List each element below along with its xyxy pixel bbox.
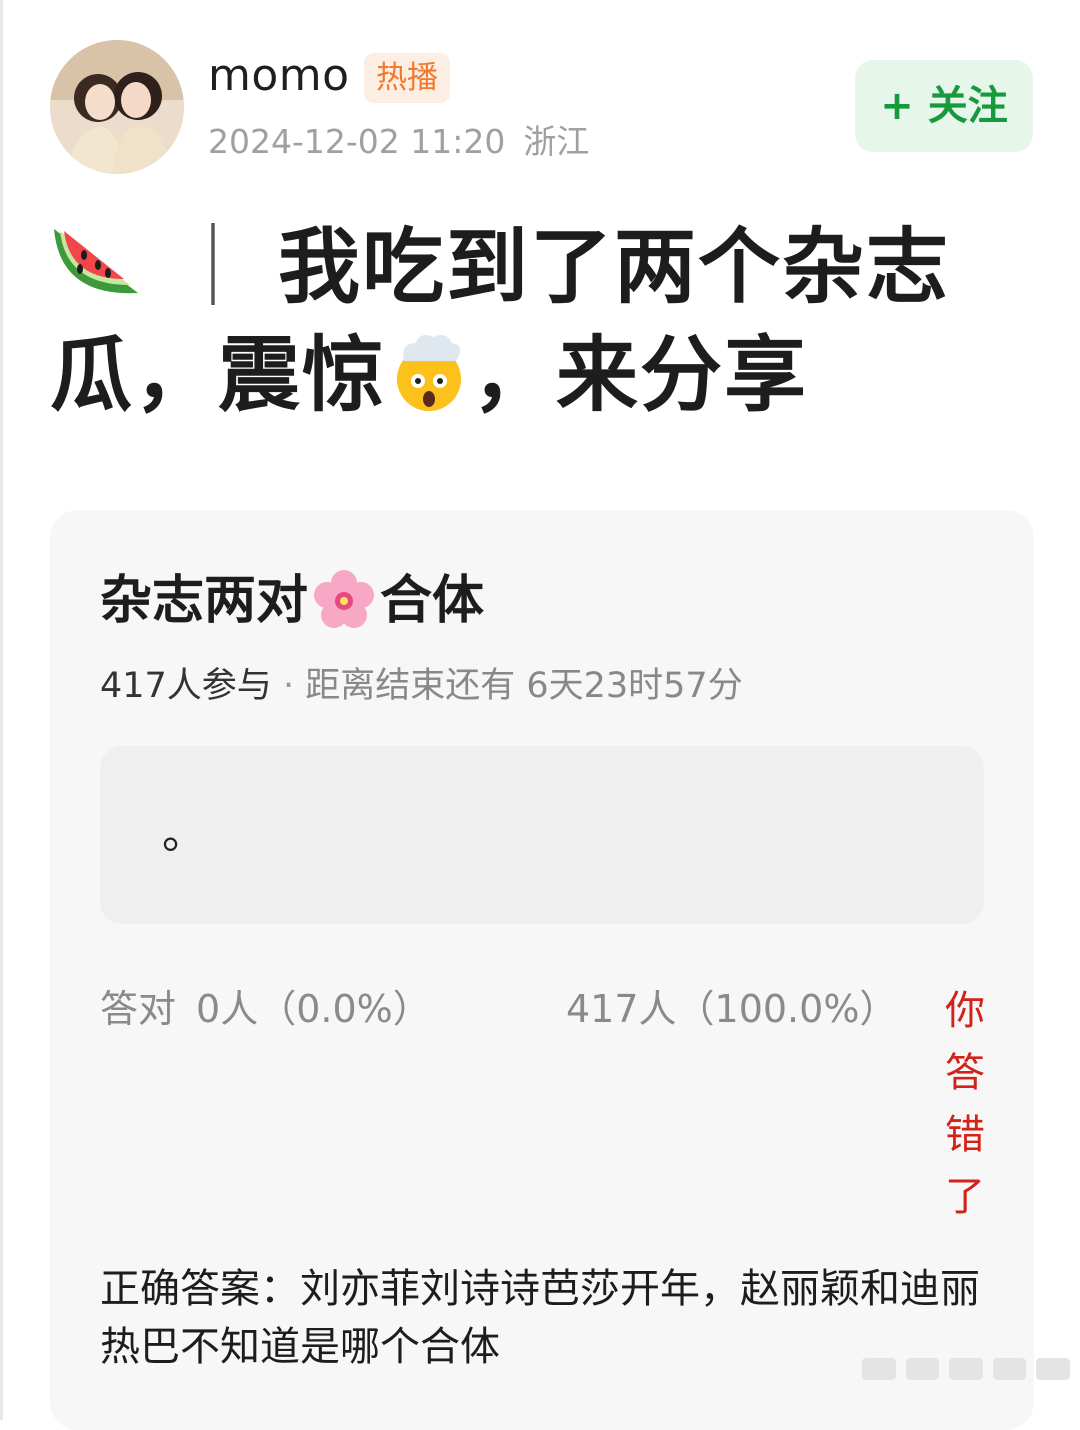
title-text-2: 瓜，震惊 [50,328,387,423]
title-text-3: ，来分享 [472,328,809,423]
quiz-card: 杂志两对 合体 417人参与 · 距离结束还有 6天23时57分 。 答对 0人（… [50,510,1034,1430]
strip-thumb [862,1358,896,1380]
strip-thumb [905,1358,940,1380]
quiz-title-text-1: 杂志两对 [100,571,309,631]
avatar-photo-icon [50,40,184,174]
countdown: 距离结束还有 6天23时57分 [305,666,743,706]
hot-badge: 热播 [364,53,450,103]
quiz-option[interactable]: 。 [100,746,984,924]
quiz-option-text: 。 [162,808,206,859]
post-location: 浙江 [523,122,590,161]
correct-label: 答对 [100,987,177,1031]
wrong-answer-tag: 你答错了 [945,988,985,1220]
watermelon-icon [54,229,138,294]
mind-blown-icon [397,335,462,411]
image-strip-handle[interactable] [862,1356,1070,1382]
post-timestamp: 2024-12-02 11:20 [208,122,506,161]
title-text-1: 我吃到了两个杂志 [278,220,951,315]
correct-result: 答对 0人（0.0%） [100,984,431,1034]
avatar[interactable] [50,40,184,174]
follow-button[interactable]: + 关注 [855,60,1033,152]
strip-thumb [992,1358,1027,1380]
wrong-count: 417人（100.0%） [566,987,898,1031]
strip-thumb [949,1358,983,1380]
screen-edge [0,0,3,1420]
quiz-stats: 417人参与 · 距离结束还有 6天23时57分 [100,664,743,708]
cherry-blossom-icon [314,570,375,628]
stats-separator: · [282,666,295,706]
correct-answer: 正确答案：刘亦菲刘诗诗芭莎开年，赵丽颖和迪丽热巴不知道是哪个合体 [100,1266,980,1370]
quiz-title: 杂志两对 合体 [100,568,484,633]
title-separator: ｜ [172,220,257,315]
post-meta: 2024-12-02 11:20 浙江 [208,120,589,164]
post-title: ｜我吃到了两个杂志瓜，震惊 ，来分享 [50,214,1040,430]
correct-count: 0人（0.0%） [196,987,431,1031]
quiz-title-text-2: 合体 [380,571,485,631]
author-name[interactable]: momo [208,48,350,104]
participant-count: 417人参与 [100,666,272,706]
strip-thumb [1036,1358,1070,1380]
